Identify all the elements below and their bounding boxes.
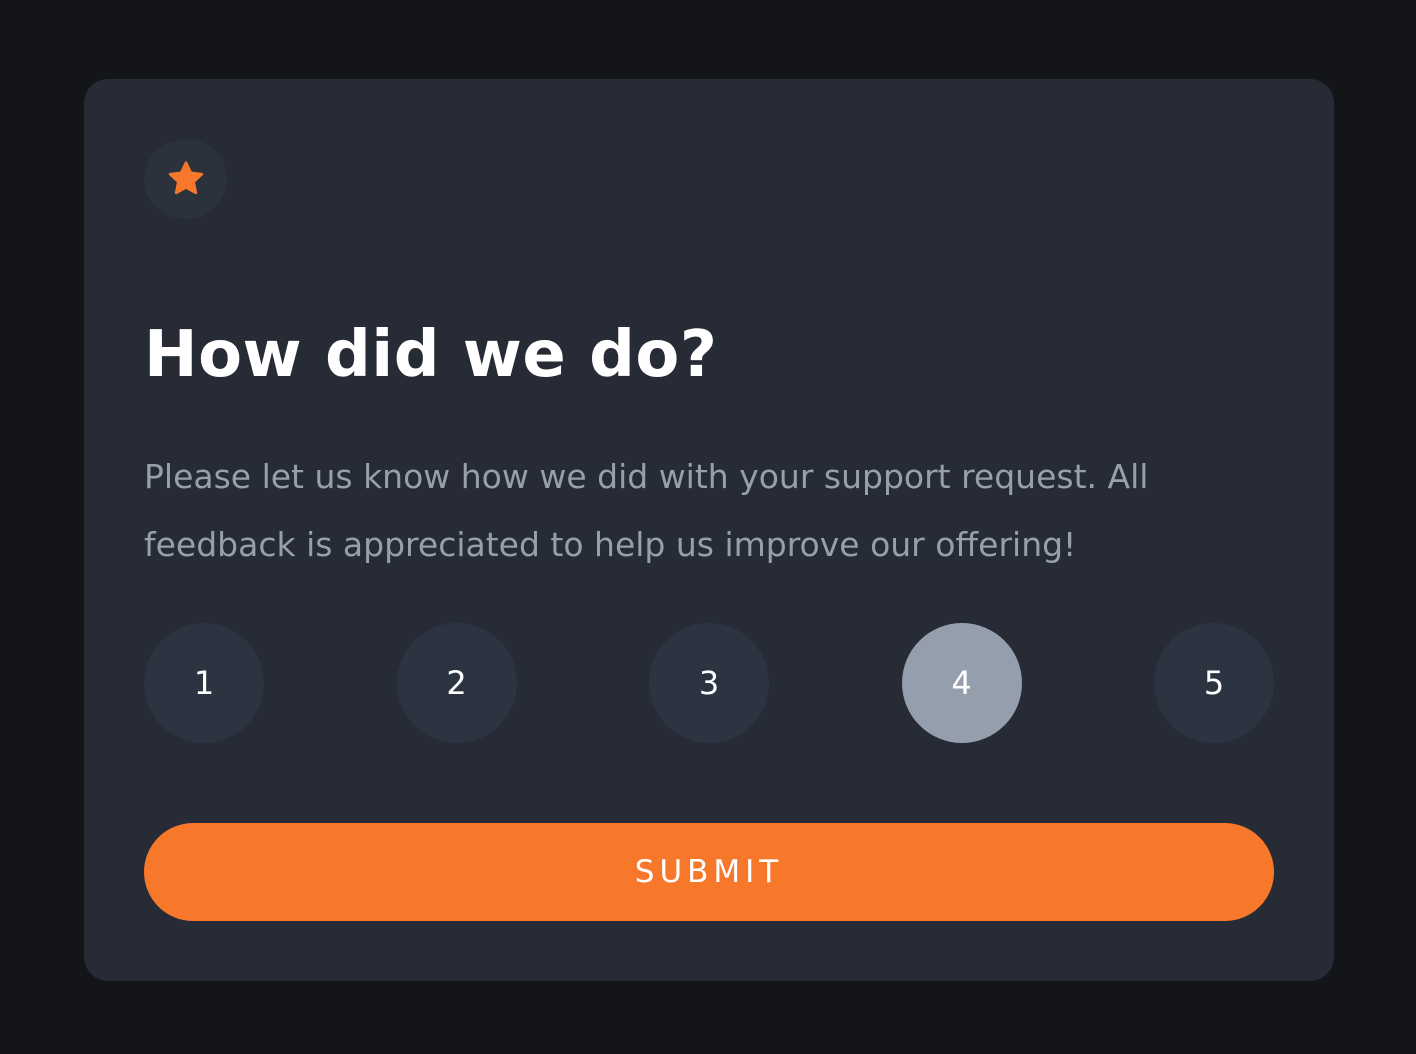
star-badge: [144, 139, 227, 219]
rating-option-1[interactable]: 1: [144, 623, 264, 743]
rating-options: 1 2 3 4 5: [144, 623, 1274, 743]
rating-option-5[interactable]: 5: [1154, 623, 1274, 743]
submit-button[interactable]: SUBMIT: [144, 823, 1274, 921]
page-title: How did we do?: [144, 318, 718, 392]
star-icon: [168, 161, 203, 195]
rating-option-3[interactable]: 3: [649, 623, 769, 743]
rating-option-2[interactable]: 2: [396, 623, 517, 743]
rating-card: How did we do? Please let us know how we…: [84, 79, 1334, 981]
description-text: Please let us know how we did with your …: [144, 457, 1149, 564]
rating-option-4[interactable]: 4: [901, 623, 1022, 743]
